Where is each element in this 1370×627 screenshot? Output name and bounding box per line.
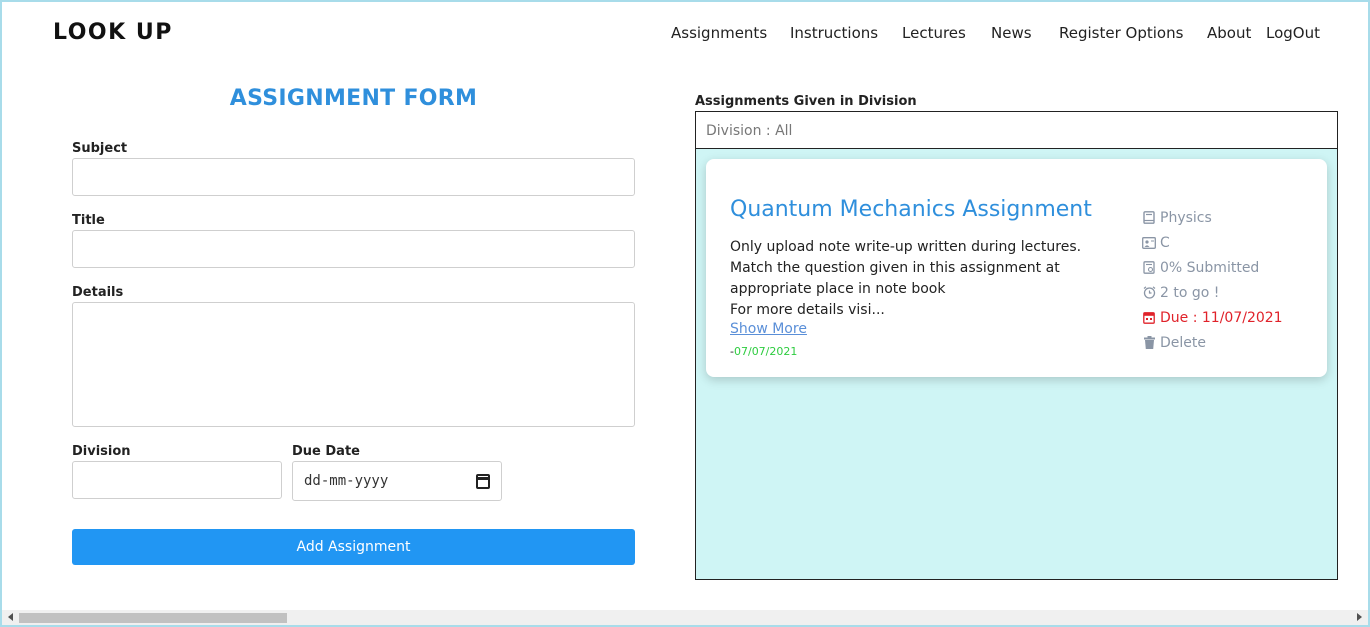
delete-button[interactable]: Delete bbox=[1142, 330, 1283, 355]
subject-value: Physics bbox=[1160, 209, 1212, 226]
scrollbar-thumb[interactable] bbox=[19, 613, 287, 623]
scroll-right-arrow-icon[interactable] bbox=[1357, 613, 1362, 621]
nav-logout[interactable]: LogOut bbox=[1266, 24, 1320, 42]
description-line: appropriate place in note book bbox=[730, 281, 946, 297]
due-date-placeholder: dd-mm-yyyy bbox=[304, 473, 389, 489]
nav-news[interactable]: News bbox=[991, 24, 1032, 42]
title-label: Title bbox=[72, 213, 105, 228]
posted-date-value: 07/07/2021 bbox=[733, 345, 798, 358]
assignments-list: Quantum Mechanics Assignment Only upload… bbox=[695, 148, 1338, 580]
calendar-picker-icon[interactable] bbox=[476, 473, 490, 489]
alarm-clock-icon bbox=[1142, 286, 1156, 300]
trash-icon[interactable] bbox=[1142, 336, 1156, 350]
due-meta: Due : 11/07/2021 bbox=[1142, 305, 1283, 330]
title-input[interactable] bbox=[72, 230, 635, 268]
calendar-icon bbox=[1142, 311, 1156, 325]
top-nav: Assignments Instructions Lectures News R… bbox=[0, 24, 1370, 44]
due-value: Due : 11/07/2021 bbox=[1160, 309, 1283, 326]
details-label: Details bbox=[72, 285, 124, 300]
nav-register-options[interactable]: Register Options bbox=[1059, 24, 1183, 42]
show-more-link[interactable]: Show More bbox=[730, 321, 807, 337]
book-icon bbox=[1142, 211, 1156, 225]
submitted-value: 0% Submitted bbox=[1160, 259, 1260, 276]
division-meta: C bbox=[1142, 230, 1283, 255]
assignment-description: Only upload note write-up written during… bbox=[730, 237, 1110, 321]
assignments-panel-title: Assignments Given in Division bbox=[695, 94, 917, 109]
division-input[interactable] bbox=[72, 461, 282, 499]
form-title: ASSIGNMENT FORM bbox=[229, 86, 478, 111]
classroom-icon bbox=[1142, 236, 1156, 250]
submitted-meta: 0% Submitted bbox=[1142, 255, 1283, 280]
subject-meta: Physics bbox=[1142, 205, 1283, 230]
description-line: Match the question given in this assignm… bbox=[730, 260, 1060, 276]
add-assignment-button[interactable]: Add Assignment bbox=[72, 529, 635, 565]
due-date-input[interactable]: dd-mm-yyyy bbox=[292, 461, 502, 501]
description-line: Only upload note write-up written during… bbox=[730, 239, 1082, 255]
assignment-card: Quantum Mechanics Assignment Only upload… bbox=[706, 159, 1327, 377]
time-left-value: 2 to go ! bbox=[1160, 284, 1220, 301]
scroll-left-arrow-icon[interactable] bbox=[8, 613, 13, 621]
subject-input[interactable] bbox=[72, 158, 635, 196]
submission-icon bbox=[1142, 261, 1156, 275]
subject-label: Subject bbox=[72, 141, 128, 156]
division-label: Division bbox=[72, 444, 131, 459]
division-filter-select[interactable]: Division : All bbox=[695, 111, 1338, 149]
nav-lectures[interactable]: Lectures bbox=[902, 24, 966, 42]
nav-assignments[interactable]: Assignments bbox=[671, 24, 767, 42]
posted-date: -07/07/2021 bbox=[730, 345, 797, 358]
nav-about[interactable]: About bbox=[1207, 24, 1251, 42]
assignment-meta: Physics C 0% Submitted 2 to go ! Due: 1… bbox=[1142, 205, 1283, 355]
division-value: C bbox=[1160, 234, 1170, 251]
delete-label[interactable]: Delete bbox=[1160, 335, 1206, 351]
horizontal-scrollbar[interactable] bbox=[2, 610, 1368, 625]
due-date-label: Due Date bbox=[292, 444, 360, 459]
time-left-meta: 2 to go ! bbox=[1142, 280, 1283, 305]
nav-instructions[interactable]: Instructions bbox=[790, 24, 878, 42]
details-textarea[interactable] bbox=[72, 302, 635, 427]
description-line: For more details visi... bbox=[730, 302, 885, 318]
assignment-title: Quantum Mechanics Assignment bbox=[730, 197, 1092, 222]
